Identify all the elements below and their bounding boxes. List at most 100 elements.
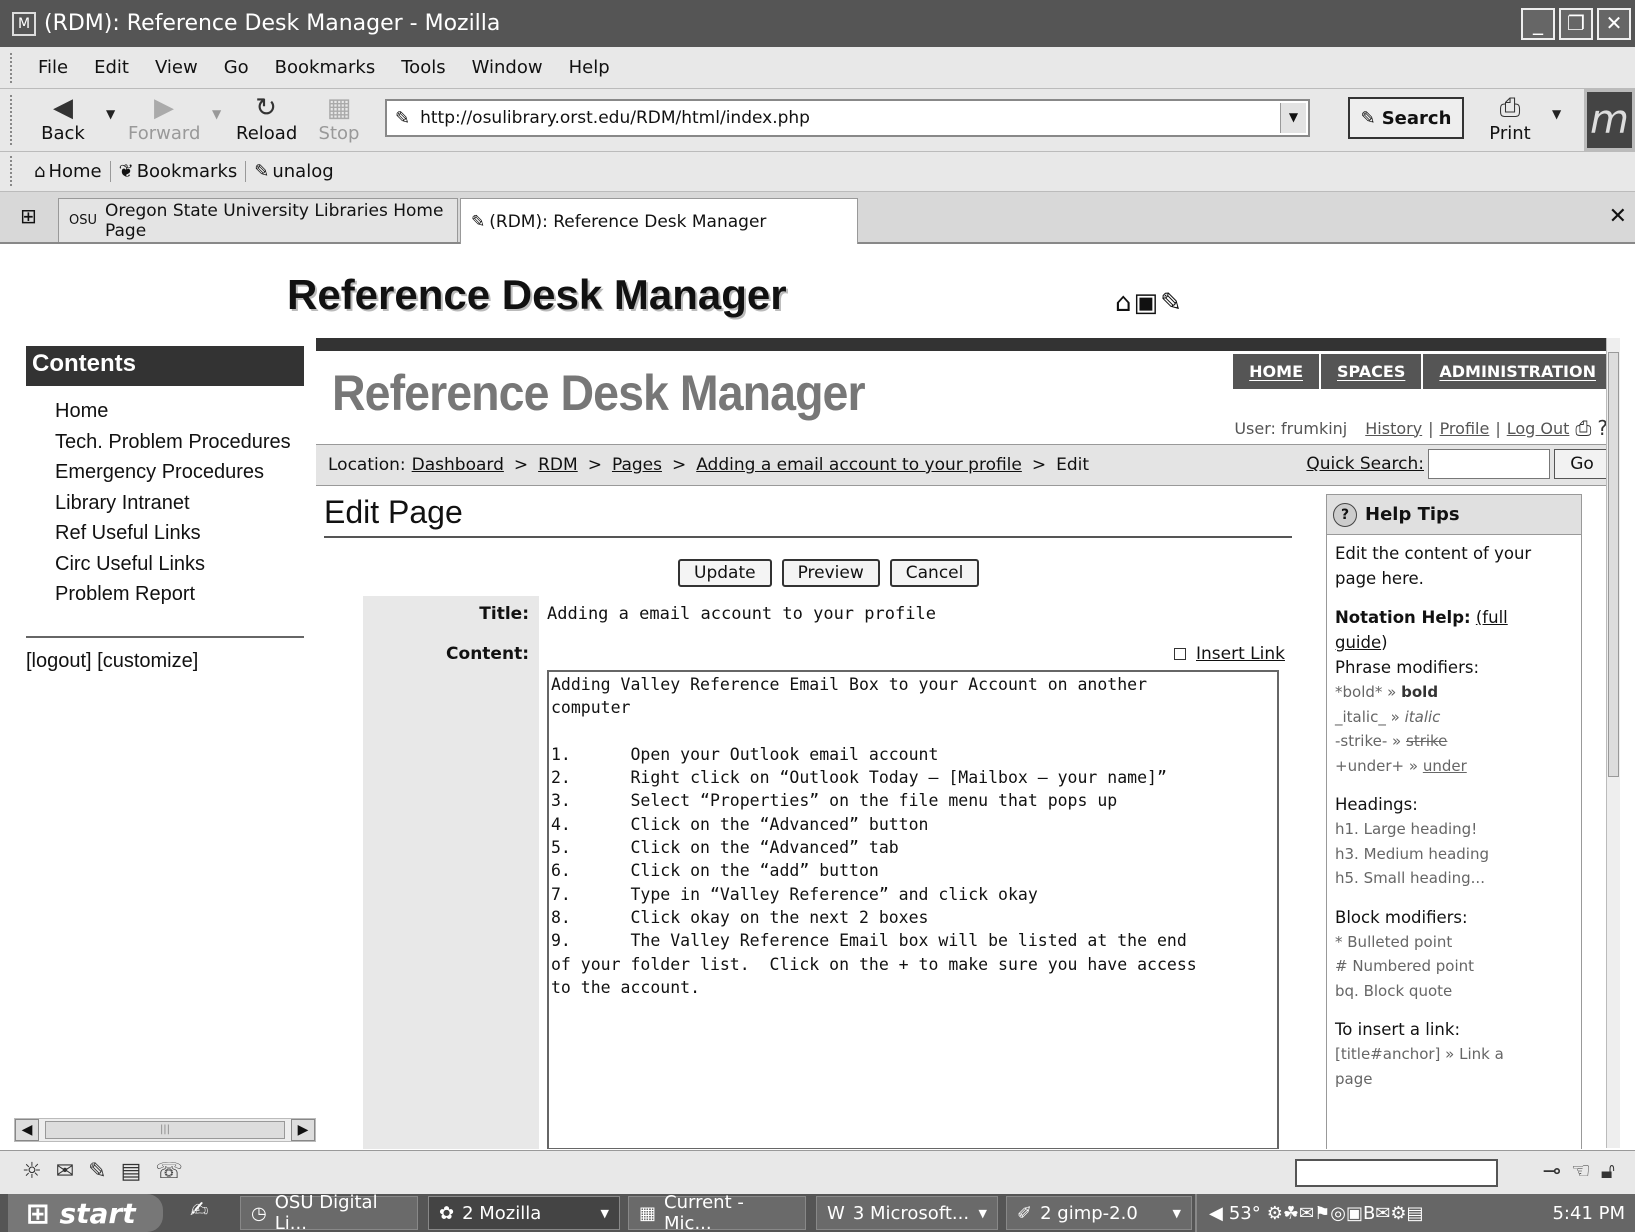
scroll-left-arrow-icon[interactable]: ◀ <box>15 1119 39 1141</box>
popup-icon[interactable]: ☜ <box>1571 1159 1601 1184</box>
task-osu-digital[interactable]: ◷ OSU Digital Li... <box>240 1192 418 1232</box>
bookmarks-button[interactable]: ❦ Bookmarks <box>119 161 247 182</box>
forward-button[interactable]: ▶ Forward <box>128 93 200 144</box>
cancel-button[interactable]: Cancel <box>889 559 980 587</box>
unalog-bookmarklet[interactable]: ✎ unalog <box>254 161 341 182</box>
breadcrumb-rdm[interactable]: RDM <box>538 455 578 475</box>
full-guide-link[interactable]: (full <box>1476 608 1508 627</box>
insert-link[interactable]: Insert Link <box>1196 644 1285 664</box>
tab-administration[interactable]: ADMINISTRATION <box>1423 354 1612 389</box>
composer-icon[interactable]: ✎ <box>88 1159 120 1184</box>
code: *bold* <box>1335 683 1383 701</box>
checkbox-icon[interactable] <box>1174 648 1186 660</box>
task-microsoft[interactable]: W 3 Microsoft... ▼ <box>816 1196 998 1230</box>
breadcrumb-pages[interactable]: Pages <box>612 455 662 475</box>
status-text-field <box>1295 1159 1498 1187</box>
title-field[interactable]: Adding a email account to your profile <box>547 604 936 624</box>
print-dropdown[interactable]: ▼ <box>1552 107 1561 121</box>
reload-label: Reload <box>236 123 298 144</box>
close-window-button[interactable]: ✕ <box>1597 8 1631 40</box>
contents-item-intranet[interactable]: Library Intranet <box>55 488 291 519</box>
menu-bookmarks[interactable]: Bookmarks <box>275 57 376 78</box>
update-button[interactable]: Update <box>678 559 772 587</box>
menu-file[interactable]: File <box>38 57 68 78</box>
window-icon[interactable]: ▣ <box>1134 288 1161 318</box>
task-current-mic[interactable]: ▦ Current - Mic... <box>628 1192 806 1232</box>
contents-item-tech-problems[interactable]: Tech. Problem Procedures <box>55 427 291 458</box>
menu-go[interactable]: Go <box>224 57 249 78</box>
toolbar-grip[interactable] <box>10 156 16 186</box>
scroll-right-arrow-icon[interactable]: ▶ <box>291 1119 315 1141</box>
online-status-icon[interactable]: ⊸ <box>1543 1159 1571 1184</box>
breadcrumb-page[interactable]: Adding a email account to your profile <box>696 455 1022 475</box>
mozilla-throbber-icon[interactable]: m <box>1584 89 1635 151</box>
tab-osu-libraries[interactable]: OSU Oregon State University Libraries Ho… <box>58 198 458 242</box>
logout-link[interactable]: Log Out <box>1507 419 1570 438</box>
scrollbar-thumb[interactable]: ||| <box>45 1121 285 1139</box>
security-lock-icon[interactable]: 🔓︎ <box>1601 1159 1625 1184</box>
tray-icons[interactable]: ⚙☘✉⚑◎▣B✉⚙▤ <box>1267 1203 1424 1224</box>
help-tips-panel: ? Help Tips Edit the content of your pag… <box>1326 494 1582 1149</box>
toolbar-grip[interactable] <box>10 53 16 83</box>
contents-item-home[interactable]: Home <box>55 396 291 427</box>
home-icon[interactable]: ⌂ <box>1115 288 1134 318</box>
tab-rdm[interactable]: ✎ (RDM): Reference Desk Manager <box>460 198 858 244</box>
contents-item-ref-links[interactable]: Ref Useful Links <box>55 518 291 549</box>
content-textarea[interactable]: Adding Valley Reference Email Box to you… <box>547 670 1279 1149</box>
reload-button[interactable]: ↻ Reload <box>236 93 298 144</box>
quick-search-input[interactable] <box>1428 449 1550 479</box>
back-button[interactable]: ◀ Back <box>40 93 86 144</box>
page-proxy-icon[interactable]: ✎ <box>395 108 410 129</box>
weather-temp[interactable]: 53° <box>1229 1203 1261 1224</box>
forward-history-dropdown[interactable]: ▼ <box>212 107 221 121</box>
stop-button[interactable]: ▦ Stop <box>318 93 360 144</box>
menu-help[interactable]: Help <box>569 57 610 78</box>
tray-expand-icon[interactable]: ◀ <box>1209 1203 1223 1224</box>
chat-icon[interactable]: ☏ <box>155 1159 197 1184</box>
menu-edit[interactable]: Edit <box>94 57 129 78</box>
back-history-dropdown[interactable]: ▼ <box>106 107 115 121</box>
quick-launch-icon[interactable]: ✍ <box>190 1198 208 1223</box>
task-mozilla[interactable]: ✿ 2 Mozilla ▼ <box>428 1196 620 1230</box>
url-text[interactable]: http://osulibrary.orst.edu/RDM/html/inde… <box>420 108 810 128</box>
url-history-dropdown[interactable]: ▼ <box>1280 103 1306 133</box>
menu-window[interactable]: Window <box>472 57 543 78</box>
menu-tools[interactable]: Tools <box>401 57 445 78</box>
home-button[interactable]: ⌂ Home <box>34 161 111 182</box>
insert-link-control[interactable]: Insert Link <box>1174 644 1285 664</box>
full-guide-link[interactable]: guide <box>1335 633 1381 652</box>
address-book-icon[interactable]: ▤ <box>121 1159 156 1184</box>
close-tab-icon[interactable]: ✕ <box>1609 204 1627 229</box>
url-bar[interactable]: ✎ http://osulibrary.orst.edu/RDM/html/in… <box>385 99 1310 137</box>
menu-view[interactable]: View <box>155 57 198 78</box>
history-link[interactable]: History <box>1365 419 1422 438</box>
tab-spaces[interactable]: SPACES <box>1321 354 1422 389</box>
contents-item-emergency[interactable]: Emergency Procedures <box>55 457 291 488</box>
minimize-button[interactable]: _ <box>1521 8 1555 40</box>
printer-icon[interactable]: ⎙ <box>1575 416 1591 440</box>
tab-home[interactable]: HOME <box>1233 354 1319 389</box>
confluence-logo[interactable]: Reference Desk Manager <box>332 364 866 422</box>
quick-search-go-button[interactable]: Go <box>1554 449 1610 479</box>
new-tab-icon[interactable]: ⊞ <box>20 204 37 228</box>
navigator-icon[interactable]: ☼ <box>22 1159 56 1184</box>
breadcrumb-dashboard[interactable]: Dashboard <box>412 455 504 475</box>
print-button[interactable]: ⎙ Print <box>1488 93 1532 144</box>
clock[interactable]: 5:41 PM <box>1552 1203 1625 1224</box>
clock-icon: ◷ <box>251 1202 267 1224</box>
notebook-icon[interactable]: ✎ <box>1160 288 1184 318</box>
start-button[interactable]: ⊞ start <box>8 1194 163 1232</box>
profile-link[interactable]: Profile <box>1440 419 1490 438</box>
search-button[interactable]: ✎ Search <box>1348 97 1464 139</box>
restore-button[interactable]: ❐ <box>1559 8 1593 40</box>
preview-button[interactable]: Preview <box>781 559 880 587</box>
scrollbar-thumb[interactable] <box>1608 352 1619 777</box>
contents-item-circ-links[interactable]: Circ Useful Links <box>55 549 291 580</box>
toolbar-grip[interactable] <box>10 95 16 145</box>
task-gimp[interactable]: ✐ 2 gimp-2.0 ▼ <box>1006 1196 1192 1230</box>
logout-customize-links[interactable]: [logout] [customize] <box>26 650 198 673</box>
contents-item-problem-report[interactable]: Problem Report <box>55 579 291 610</box>
horizontal-scrollbar[interactable]: ◀ ||| ▶ <box>14 1118 316 1142</box>
vertical-scrollbar[interactable] <box>1606 338 1620 1148</box>
mail-icon[interactable]: ✉ <box>56 1159 88 1184</box>
